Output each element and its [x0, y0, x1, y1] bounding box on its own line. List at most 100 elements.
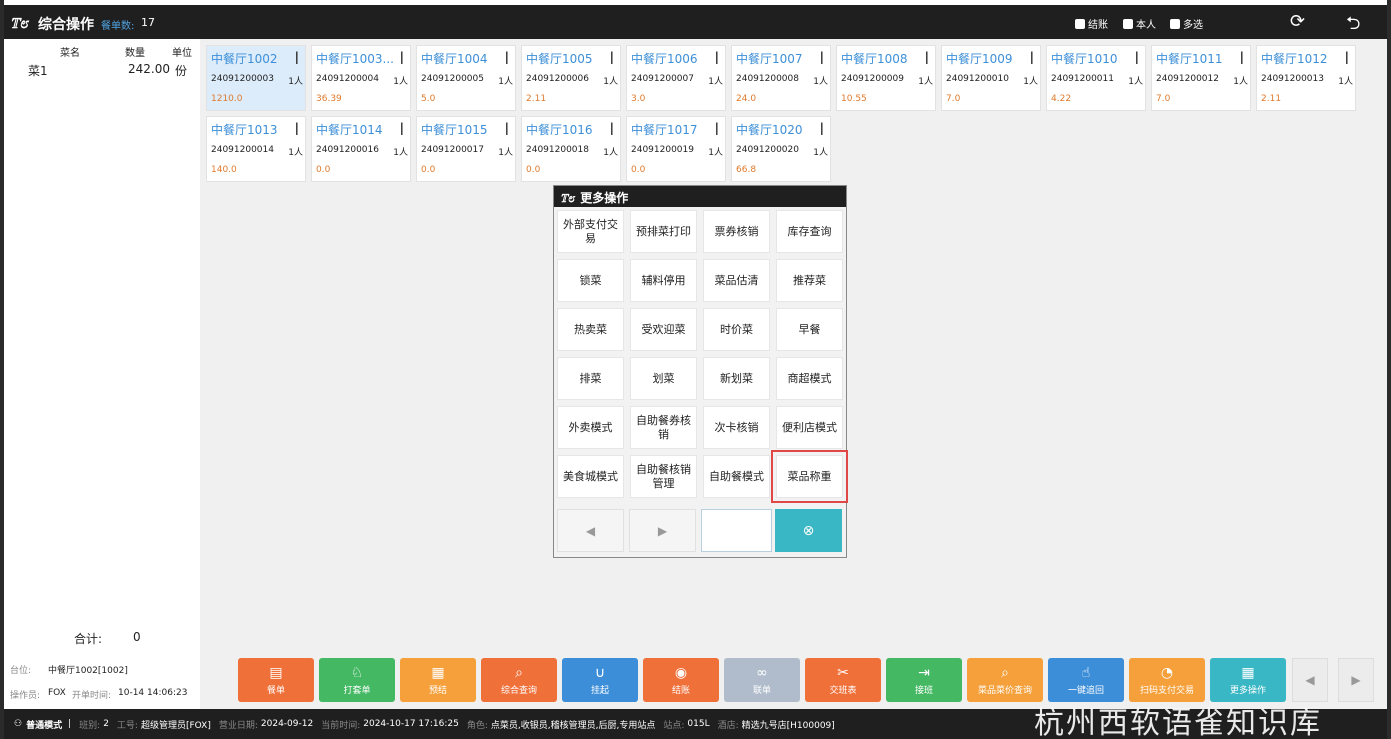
people-count: 1人 [708, 148, 723, 158]
total-value: 0 [133, 630, 141, 644]
dialog-action-button[interactable]: 外部支付交易 [557, 210, 624, 253]
table-name: 中餐厅1015 [421, 123, 488, 137]
toolbar-button[interactable]: ∞ 联单 [724, 658, 800, 702]
table-card[interactable]: 中餐厅1010 | 24091200011 1人 4.22 [1046, 45, 1146, 111]
toolbar-button[interactable]: ∪ 挂起 [562, 658, 638, 702]
order-amount: 24.0 [736, 94, 757, 104]
dialog-action-button[interactable]: 辅料停用 [630, 259, 697, 302]
toolbar-button[interactable]: ▦ 更多操作 [1210, 658, 1286, 702]
table-card[interactable]: 中餐厅1009 | 24091200010 1人 7.0 [941, 45, 1041, 111]
dialog-action-button[interactable]: 票券核销 [703, 210, 770, 253]
dialog-action-button[interactable]: 自助餐券核销 [630, 406, 697, 449]
close-button[interactable]: ⊗ [775, 509, 842, 552]
table-card[interactable]: 中餐厅1007 | 24091200008 1人 24.0 [731, 45, 831, 111]
table-status-bar: | [714, 121, 719, 135]
refresh-icon[interactable]: ⟳ [1290, 11, 1305, 32]
dialog-action-button[interactable]: 外卖模式 [557, 406, 624, 449]
order-amount: 4.22 [1051, 94, 1072, 104]
dialog-action-button[interactable]: 受欢迎菜 [630, 308, 697, 351]
order-amount: 0.0 [631, 165, 646, 175]
order-number: 24091200009 [841, 74, 904, 84]
dialog-action-button[interactable]: 次卡核销 [703, 406, 770, 449]
item-name[interactable]: 菜1 [28, 62, 48, 79]
people-count: 1人 [708, 77, 723, 87]
order-info: 台位: 中餐厅1002[1002] 操作员: FOX 开单时间: 10-14 1… [4, 649, 200, 709]
toolbar-button[interactable]: ▦ 预结 [400, 658, 476, 702]
dialog-action-button[interactable]: 库存查询 [776, 210, 843, 253]
dialog-action-button[interactable]: 早餐 [776, 308, 843, 351]
order-amount: 140.0 [211, 165, 237, 175]
toolbar-icon: ⌕ [515, 664, 523, 681]
toolbar-button[interactable]: ◔ 扫码支付交易 [1129, 658, 1205, 702]
toolbar-prev-button[interactable]: ◀ [1292, 658, 1328, 702]
now-label: 当前时间: [321, 720, 361, 731]
table-card[interactable]: 中餐厅1016 | 24091200018 1人 0.0 [521, 116, 621, 182]
dialog-action-button[interactable]: 便利店模式 [776, 406, 843, 449]
dialog-action-button[interactable]: 划菜 [630, 357, 697, 400]
table-status-bar: | [609, 121, 614, 135]
dialog-action-button[interactable]: 热卖菜 [557, 308, 624, 351]
back-icon[interactable]: ⮌ [1346, 11, 1360, 41]
table-card[interactable]: 中餐厅1006 | 24091200007 1人 3.0 [626, 45, 726, 111]
table-card[interactable]: 中餐厅1005 | 24091200006 1人 2.11 [521, 45, 621, 111]
order-count-label: 餐单数: [101, 21, 135, 32]
table-value: 中餐厅1002[1002] [48, 666, 128, 676]
toolbar-button[interactable]: ▤ 餐单 [238, 658, 314, 702]
order-amount: 7.0 [946, 94, 961, 104]
toolbar-button[interactable]: ☝ 一键追回 [1048, 658, 1124, 702]
toolbar-button[interactable]: ⌕ 菜品菜价查询 [967, 658, 1043, 702]
table-card[interactable]: 中餐厅1002 | 24091200003 1人 1210.0 [206, 45, 306, 111]
toolbar-button[interactable]: ⌕ 综合查询 [481, 658, 557, 702]
checkout-checkbox[interactable]: 结账 [1075, 16, 1108, 31]
dialog-action-button[interactable]: 美食城模式 [557, 455, 624, 498]
toolbar-next-button[interactable]: ▶ [1338, 658, 1374, 702]
table-card[interactable]: 中餐厅1003... | 24091200004 1人 36.39 [311, 45, 411, 111]
toolbar-button[interactable]: ✂ 交班表 [805, 658, 881, 702]
table-card[interactable]: 中餐厅1013 | 24091200014 1人 140.0 [206, 116, 306, 182]
toolbar-label: 打套单 [343, 685, 371, 696]
dialog-action-button[interactable]: 预排菜打印 [630, 210, 697, 253]
table-card[interactable]: 中餐厅1008 | 24091200009 1人 10.55 [836, 45, 936, 111]
dialog-action-button[interactable]: 自助餐模式 [703, 455, 770, 498]
dialog-action-button[interactable]: 新划菜 [703, 357, 770, 400]
order-number: 24091200007 [631, 74, 694, 84]
next-page-button[interactable]: ▶ [629, 509, 696, 552]
order-number: 24091200004 [316, 74, 379, 84]
item-unit: 份 [175, 64, 188, 78]
page-title: 综合操作 [38, 17, 94, 33]
dialog-action-button[interactable]: 排菜 [557, 357, 624, 400]
toolbar-button[interactable]: ⇥ 接班 [886, 658, 962, 702]
table-card[interactable]: 中餐厅1011 | 24091200012 1人 7.0 [1151, 45, 1251, 111]
dialog-action-button[interactable]: 商超模式 [776, 357, 843, 400]
dialog-action-button[interactable]: 推荐菜 [776, 259, 843, 302]
toolbar-icon: ♘ [350, 664, 364, 681]
table-label: 台位: [10, 666, 32, 676]
dialog-action-button[interactable]: 菜品估清 [703, 259, 770, 302]
mine-checkbox[interactable]: 本人 [1123, 16, 1156, 31]
table-card[interactable]: 中餐厅1014 | 24091200016 1人 0.0 [311, 116, 411, 182]
page-input[interactable] [701, 509, 772, 552]
table-card[interactable]: 中餐厅1020 | 24091200020 1人 66.8 [731, 116, 831, 182]
toolbar-button[interactable]: ♘ 打套单 [319, 658, 395, 702]
order-number: 24091200012 [1156, 74, 1219, 84]
dialog-action-button[interactable]: 时价菜 [703, 308, 770, 351]
multi-select-checkbox[interactable]: 多选 [1170, 16, 1203, 31]
table-card[interactable]: 中餐厅1015 | 24091200017 1人 0.0 [416, 116, 516, 182]
people-count: 1人 [603, 148, 618, 158]
toolbar-label: 餐单 [266, 685, 285, 696]
dialog-action-button[interactable]: 锁菜 [557, 259, 624, 302]
table-card[interactable]: 中餐厅1012 | 24091200013 1人 2.11 [1256, 45, 1356, 111]
table-card[interactable]: 中餐厅1017 | 24091200019 1人 0.0 [626, 116, 726, 182]
people-count: 1人 [1233, 77, 1248, 87]
table-card[interactable]: 中餐厅1004 | 24091200005 1人 5.0 [416, 45, 516, 111]
worker-label: 工号: [116, 720, 138, 731]
now-value: 2024-10-17 17:16:25 [363, 719, 459, 729]
role-label: 角色: [466, 720, 488, 731]
item-qty: 242.00 [128, 62, 170, 76]
table-name: 中餐厅1012 [1261, 52, 1328, 66]
dialog-action-button[interactable]: 自助餐核销管理 [630, 455, 697, 498]
prev-page-button[interactable]: ◀ [557, 509, 624, 552]
dialog-action-button[interactable]: 菜品称重 [771, 450, 848, 503]
toolbar-button[interactable]: ◉ 结账 [643, 658, 719, 702]
order-amount: 3.0 [631, 94, 646, 104]
